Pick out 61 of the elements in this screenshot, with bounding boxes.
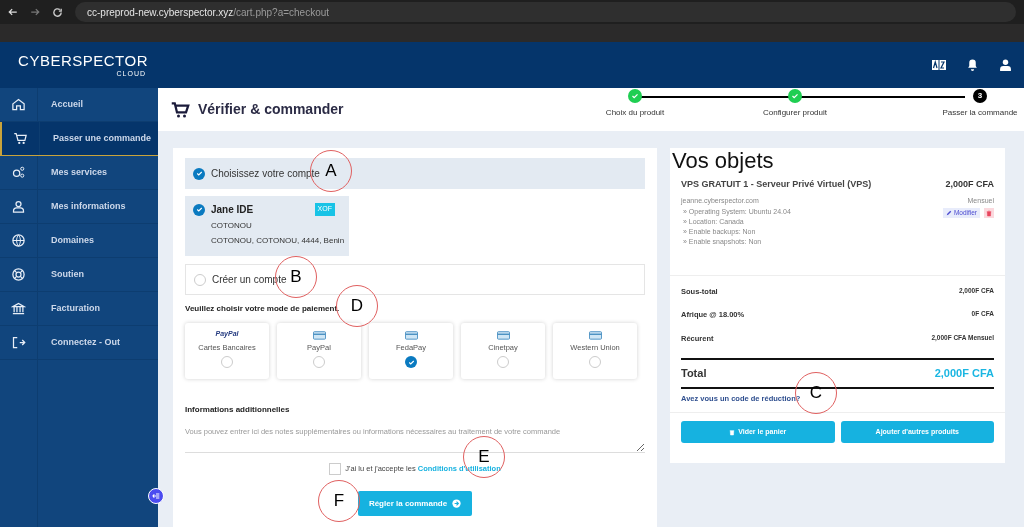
sidebar-item[interactable]: Connectez - Out — [0, 326, 158, 360]
collapse-icon — [151, 491, 161, 501]
product-name: VPS GRATUIT 1 - Serveur Privé Virtuel (VPS) — [681, 178, 873, 191]
bank-icon — [11, 301, 26, 316]
collapse-button[interactable] — [148, 488, 164, 504]
step-number: 3 — [973, 89, 987, 103]
option-label: Créer un compte — [212, 273, 287, 287]
cart-icon — [170, 100, 190, 119]
check-icon — [194, 169, 204, 178]
trash-icon — [729, 428, 736, 436]
credit-card-icon — [588, 329, 602, 340]
credit-card-icon — [404, 329, 418, 340]
translate-icon[interactable] — [932, 60, 946, 70]
section-label: Informations additionnelles — [185, 404, 290, 416]
radio-button[interactable] — [193, 167, 205, 180]
lifebuoy-icon — [11, 267, 26, 282]
address-bar[interactable]: cc-preprod-new.cyberspector.xyz/cart.php?a=checkout — [75, 2, 1016, 22]
radio-button[interactable] — [589, 356, 601, 369]
home-icon — [11, 97, 26, 112]
step-label: Configurer produit — [762, 107, 827, 119]
user-icon[interactable] — [999, 58, 1012, 72]
checkbox[interactable] — [329, 463, 342, 475]
radio-button[interactable] — [405, 356, 417, 369]
section-label: Veuillez choisir votre mode de paiement. — [185, 303, 340, 315]
address-line: COTONOU — [210, 220, 253, 232]
step-label: Choix du produit — [605, 107, 665, 119]
radio-button[interactable] — [221, 356, 233, 369]
sidebar-item[interactable]: Domaines — [0, 224, 158, 258]
forward-icon[interactable] — [30, 7, 40, 17]
delete-button[interactable] — [984, 208, 994, 218]
pencil-icon — [945, 210, 952, 216]
trash-icon — [986, 209, 992, 217]
logout-icon — [11, 335, 26, 350]
radio-button[interactable] — [497, 356, 509, 369]
radio-button[interactable] — [313, 356, 325, 369]
back-icon[interactable] — [8, 7, 18, 17]
arrow-circle-icon — [452, 499, 462, 508]
user-icon — [11, 199, 26, 214]
credit-card-icon — [496, 329, 510, 340]
radio-button[interactable] — [194, 273, 206, 286]
cart-title: Vos objets — [671, 148, 775, 174]
sidebar-item[interactable]: Soutien — [0, 258, 158, 292]
globe-icon — [11, 233, 26, 248]
sidebar-item[interactable]: Passer une commande — [0, 122, 158, 156]
radio-button[interactable] — [193, 203, 205, 216]
sidebar-item[interactable]: Facturation — [0, 292, 158, 326]
account-name: Jane IDE — [211, 203, 254, 217]
step-label: Passer la commande — [942, 107, 1018, 119]
page-title: Vérifier & commander — [198, 100, 344, 119]
cart-icon — [13, 131, 28, 146]
bell-icon[interactable] — [966, 58, 979, 72]
credit-card-icon — [312, 329, 326, 340]
sidebar-item[interactable]: Mes services — [0, 156, 158, 190]
check-icon — [194, 205, 204, 214]
product-price: 2,000F CFA — [945, 178, 994, 191]
option-label: Choisissez votre compte — [211, 167, 320, 181]
gear-icon — [11, 165, 26, 180]
total-value: 2,000F CFA — [934, 366, 994, 381]
sidebar-item[interactable]: Mes informations — [0, 190, 158, 224]
reload-icon[interactable] — [52, 6, 63, 18]
total-label: Total — [681, 366, 707, 381]
